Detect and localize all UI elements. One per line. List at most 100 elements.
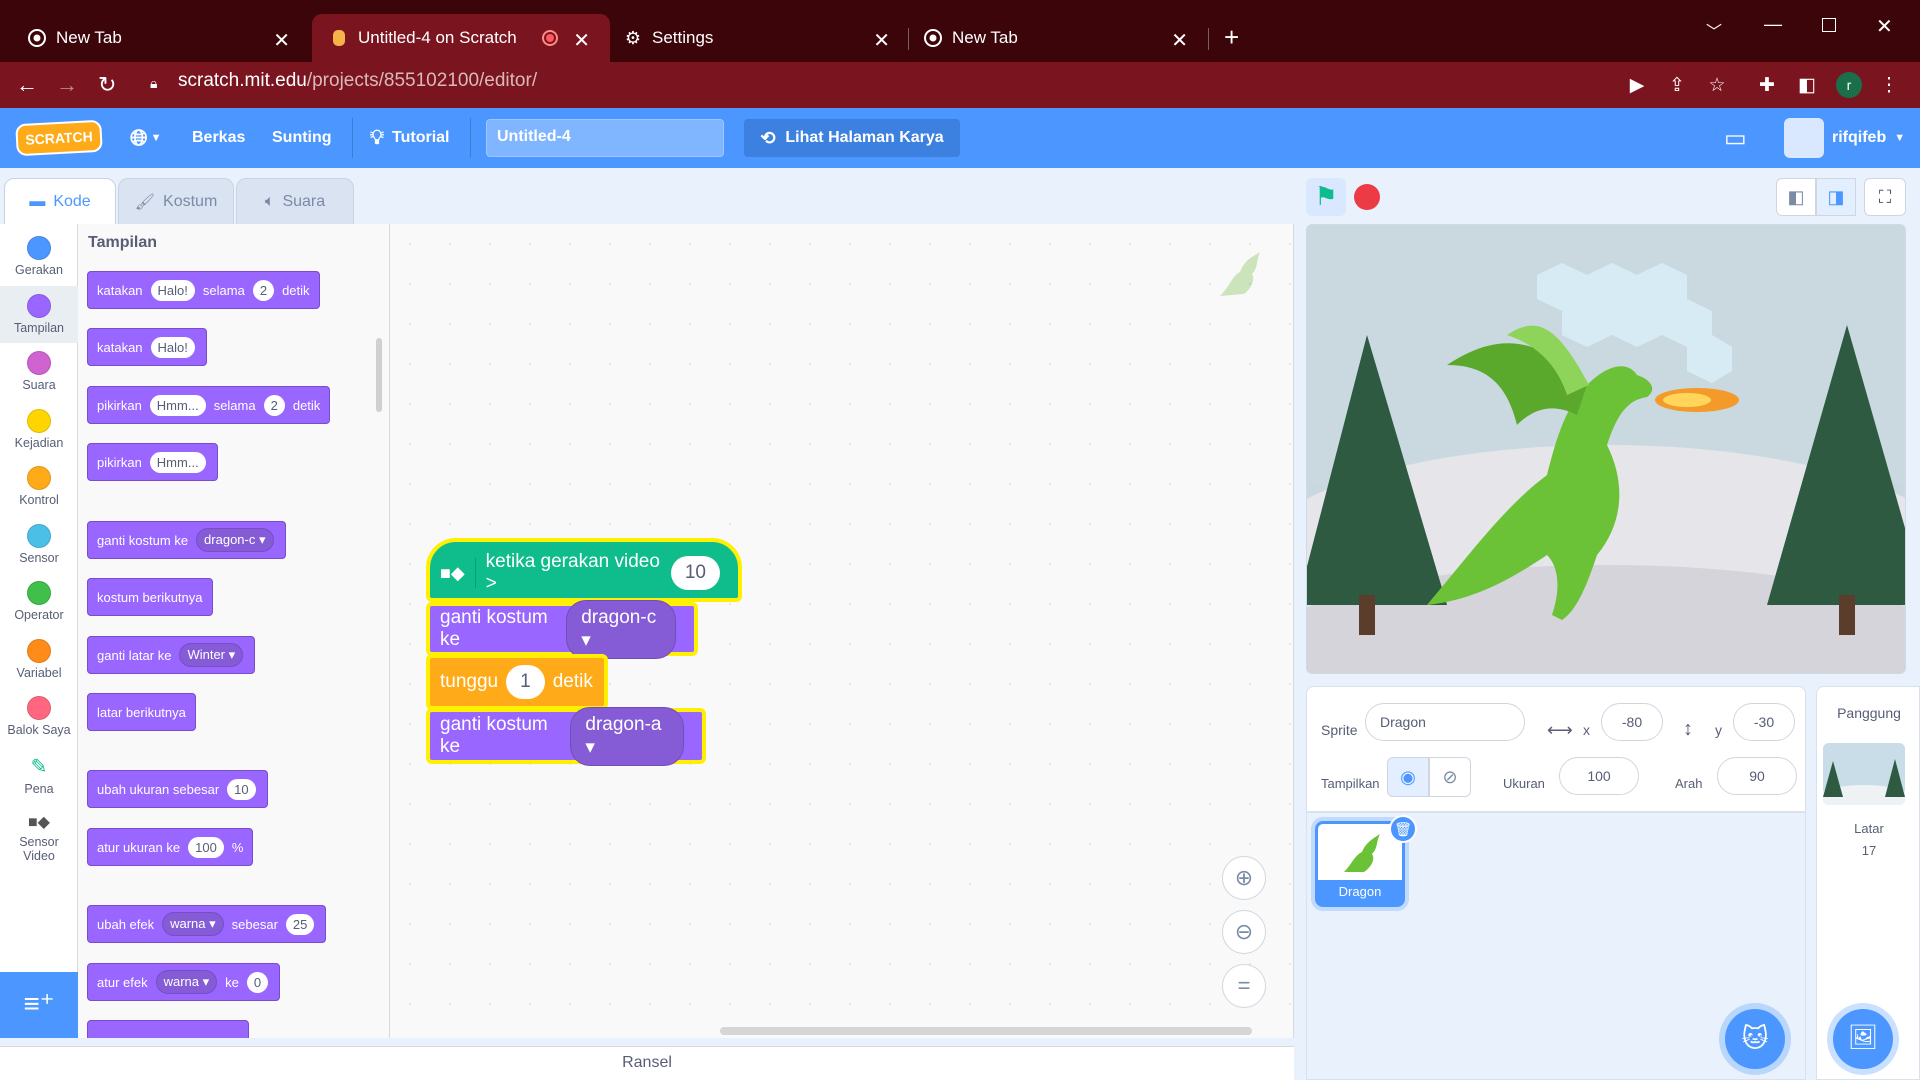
block-input[interactable]: 2: [252, 279, 275, 301]
block-set-effect[interactable]: atur efek warna ▾ ke 0: [87, 963, 281, 1001]
script-stack[interactable]: ■◆ ketika gerakan video > 10 ganti kostu…: [422, 528, 752, 776]
fullscreen-button[interactable]: ⛶: [1864, 178, 1906, 216]
block-input[interactable]: 10: [670, 556, 720, 590]
extensions-puzzle-icon[interactable]: ✚: [1756, 74, 1778, 96]
address-bar[interactable]: scratch.mit.edu/projects/855102100/edito…: [178, 70, 537, 92]
block-say[interactable]: katakan Halo!: [87, 328, 207, 366]
block-dropdown[interactable]: Winter ▾: [179, 643, 244, 667]
zoom-out-button[interactable]: ⊖: [1222, 910, 1266, 954]
choose-sprite-button[interactable]: 🐱︎: [1725, 1009, 1785, 1069]
block-say-for-secs[interactable]: katakan Halo! selama 2 detik: [87, 271, 320, 309]
block-think[interactable]: pikirkan Hmm...: [87, 443, 218, 481]
menu-tutorial[interactable]: 💡︎ Tutorial: [370, 108, 449, 168]
my-stuff-folder-icon[interactable]: ▭: [1724, 108, 1747, 168]
reload-icon[interactable]: ↻: [98, 72, 116, 98]
large-stage-button[interactable]: ◨: [1816, 178, 1856, 216]
project-title-input[interactable]: Untitled-4: [486, 119, 724, 157]
category-video-sensing[interactable]: ■◆ Sensor Video: [0, 804, 78, 874]
block-input[interactable]: 10: [227, 778, 256, 800]
zoom-in-button[interactable]: ⊕: [1222, 856, 1266, 900]
close-tab-icon[interactable]: ✕: [873, 28, 890, 53]
stage-canvas[interactable]: [1306, 224, 1906, 674]
block-next-costume[interactable]: kostum berikutnya: [87, 578, 213, 616]
category-sound[interactable]: Suara: [0, 343, 78, 400]
profile-avatar[interactable]: r: [1836, 72, 1862, 98]
category-sensing[interactable]: Sensor: [0, 516, 78, 573]
green-flag-button[interactable]: ⚑: [1306, 178, 1346, 216]
block-change-size[interactable]: ubah ukuran sebesar 10: [87, 770, 268, 808]
browser-tab-new-tab-2[interactable]: New Tab ✕: [910, 14, 1208, 62]
close-tab-icon[interactable]: ✕: [273, 28, 290, 53]
forward-arrow-icon[interactable]: →: [56, 72, 78, 98]
category-pen[interactable]: ✎ Pena: [0, 746, 78, 803]
menu-edit[interactable]: Sunting: [272, 108, 332, 168]
close-window-icon[interactable]: ✕: [1876, 14, 1893, 39]
backpack-bar[interactable]: Ransel: [0, 1046, 1294, 1080]
block-switch-costume-2[interactable]: ganti kostum ke dragon-a ▾: [426, 706, 706, 766]
language-globe-icon[interactable]: 🌐︎ ▼: [130, 108, 162, 168]
browser-tab-new-tab-1[interactable]: New Tab ✕: [0, 14, 310, 62]
block-input[interactable]: 1: [506, 665, 545, 699]
palette-scrollbar[interactable]: [376, 338, 382, 412]
category-control[interactable]: Kontrol: [0, 458, 78, 515]
menu-file[interactable]: Berkas: [192, 108, 245, 168]
see-project-page-button[interactable]: ⟲ Lihat Halaman Karya: [744, 119, 960, 157]
browser-tab-settings[interactable]: ⚙ Settings ✕: [612, 14, 910, 62]
block-input[interactable]: 100: [188, 836, 224, 858]
block-dropdown[interactable]: warna ▾: [155, 970, 218, 994]
tab-search-chevron-icon[interactable]: ﹀: [1706, 18, 1722, 42]
block-think-for-secs[interactable]: pikirkan Hmm... selama 2 detik: [87, 386, 331, 424]
block-input[interactable]: 0: [246, 971, 269, 993]
block-switch-backdrop[interactable]: ganti latar ke Winter ▾: [87, 636, 256, 674]
small-stage-button[interactable]: ◧: [1776, 178, 1816, 216]
block-next-backdrop[interactable]: latar berikutnya: [87, 693, 196, 731]
category-events[interactable]: Kejadian: [0, 401, 78, 458]
hide-sprite-button[interactable]: ⊘: [1429, 757, 1471, 797]
stop-sign-button[interactable]: [1354, 184, 1380, 210]
share-icon[interactable]: ⇪: [1666, 74, 1688, 96]
user-avatar[interactable]: [1784, 118, 1824, 158]
block-change-effect[interactable]: ubah efek warna ▾ sebesar 25: [87, 905, 327, 943]
more-menu-icon[interactable]: ⋮: [1878, 74, 1900, 96]
block-switch-costume-1[interactable]: ganti kostum ke dragon-c ▾: [426, 599, 698, 659]
new-tab-plus-icon[interactable]: +: [1224, 24, 1239, 50]
x-position-input[interactable]: -80: [1601, 703, 1663, 741]
back-arrow-icon[interactable]: ←: [16, 72, 38, 98]
block-input[interactable]: Hmm...: [149, 451, 206, 473]
browser-tab-scratch[interactable]: Untitled-4 on Scratch ✕: [312, 14, 610, 62]
block-wait[interactable]: tunggu 1 detik: [426, 654, 608, 710]
tab-sounds[interactable]: 🔈︎ Suara: [236, 178, 354, 224]
maximize-window-icon[interactable]: [1822, 18, 1836, 32]
bookmark-star-icon[interactable]: ☆: [1706, 74, 1728, 96]
block-partial[interactable]: [87, 1020, 249, 1038]
show-sprite-button[interactable]: ◉: [1387, 757, 1429, 797]
tab-code[interactable]: ▬ Kode: [4, 178, 116, 224]
close-tab-icon[interactable]: ✕: [1171, 28, 1188, 53]
block-input[interactable]: Halo!: [150, 279, 195, 301]
block-input[interactable]: 25: [285, 913, 315, 935]
backdrop-thumbnail[interactable]: [1823, 743, 1905, 805]
choose-backdrop-button[interactable]: 🖼︎: [1833, 1009, 1893, 1069]
scratch-logo[interactable]: SCRATCH: [15, 119, 103, 157]
account-menu[interactable]: rifqifeb ▼: [1832, 108, 1905, 168]
size-input[interactable]: 100: [1559, 757, 1639, 795]
direction-input[interactable]: 90: [1717, 757, 1797, 795]
side-panel-icon[interactable]: ◧: [1796, 74, 1818, 96]
tab-costumes[interactable]: 🖌︎ Kostum: [118, 178, 234, 224]
category-looks[interactable]: Tampilan: [0, 286, 78, 343]
zoom-reset-button[interactable]: =: [1222, 964, 1266, 1008]
category-my-blocks[interactable]: Balok Saya: [0, 688, 78, 745]
sprite-name-input[interactable]: Dragon: [1365, 703, 1525, 741]
hat-block-video-motion[interactable]: ■◆ ketika gerakan video > 10: [426, 538, 742, 602]
block-input[interactable]: Halo!: [150, 336, 195, 358]
block-dropdown[interactable]: dragon-c ▾: [566, 599, 676, 659]
category-operators[interactable]: Operator: [0, 573, 78, 630]
camera-in-use-icon[interactable]: ▶︎: [1626, 74, 1648, 96]
delete-sprite-button[interactable]: 🗑︎: [1389, 815, 1417, 843]
category-motion[interactable]: Gerakan: [0, 228, 78, 285]
category-variables[interactable]: Variabel: [0, 631, 78, 688]
workspace-horizontal-scrollbar[interactable]: [720, 1027, 1252, 1035]
block-set-size[interactable]: atur ukuran ke 100%: [87, 828, 254, 866]
minimize-window-icon[interactable]: —: [1764, 14, 1782, 35]
block-dropdown[interactable]: warna ▾: [162, 912, 224, 936]
